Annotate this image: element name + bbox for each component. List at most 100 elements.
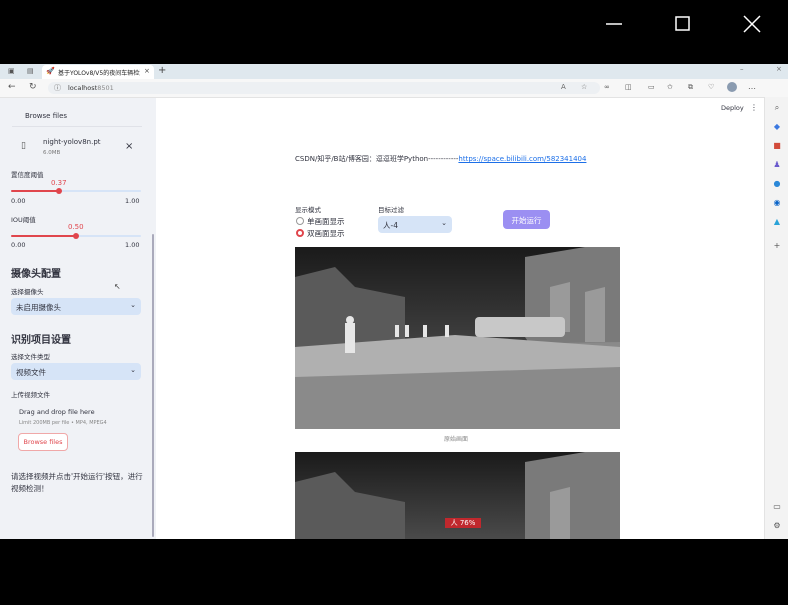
confidence-value: 0.37: [51, 179, 67, 187]
mode-radio-single[interactable]: 单画面显示: [296, 216, 366, 226]
url-port: :8501: [95, 84, 114, 92]
main-menu-icon[interactable]: ⋮: [750, 103, 758, 112]
chevron-down-icon: ⌄: [130, 301, 136, 309]
close-tab-icon[interactable]: ×: [144, 67, 150, 75]
camera-select-value: 未启用摄像头: [16, 303, 61, 312]
browser-window: ▣ ▤ 🚀 基于YOLOv8/V5的夜间车辆检测 × + – × ← ↻ ⓘ l…: [0, 64, 788, 539]
read-aloud-icon[interactable]: A: [561, 83, 566, 91]
tab-actions-icon[interactable]: ▤: [27, 67, 34, 75]
target-select[interactable]: 人-4 ⌄: [378, 216, 452, 233]
browser-essentials-icon[interactable]: ♡: [708, 83, 714, 91]
minimize-browser-icon[interactable]: –: [740, 65, 744, 73]
refresh-icon[interactable]: ↻: [29, 82, 37, 92]
minimize-icon[interactable]: [604, 14, 624, 34]
file-type-select-value: 视频文件: [16, 368, 46, 377]
split-window-icon[interactable]: ▭: [648, 83, 655, 91]
upload-dropzone[interactable]: Drag and drop file here Limit 200MB per …: [11, 400, 141, 460]
model-file-name: night-yolov8n.pt: [43, 138, 101, 146]
camera-section-title: 摄像头配置: [11, 269, 61, 280]
collections-icon[interactable]: ⧉: [688, 83, 693, 92]
mode-double-label: 双画面显示: [307, 229, 345, 238]
target-label: 目标过滤: [378, 206, 404, 214]
iou-label: IOU阈值: [11, 216, 36, 224]
tab-bar: ▣ ▤ 🚀 基于YOLOv8/V5的夜间车辆检测 × + – ×: [0, 64, 788, 79]
mode-label: 显示模式: [295, 206, 321, 214]
edge-sidebar: ⌕ ◆ ■ ♟ ● ◉ ▲ + ▭ ⚙: [764, 97, 788, 539]
confidence-label: 置信度阈值: [11, 171, 44, 179]
info-icon[interactable]: ⓘ: [54, 83, 61, 93]
drop-icon[interactable]: ▲: [772, 217, 782, 227]
app-page: Browse files ▯ night-yolov8n.pt 6.0MB × …: [0, 98, 764, 539]
games-icon[interactable]: ♟: [772, 160, 782, 170]
url-host: localhost: [68, 84, 98, 92]
run-button[interactable]: 开始运行: [503, 210, 550, 229]
browse-files-label: Browse files: [23, 438, 63, 446]
deploy-button[interactable]: Deploy: [721, 104, 744, 112]
detection-video-frame: 人 76%: [295, 452, 620, 539]
csdn-text: CSDN/知乎/B站/博客园：逗逗班学Python------------: [295, 155, 459, 163]
more-options-icon[interactable]: …: [748, 82, 756, 91]
mode-radio-double[interactable]: 双画面显示: [296, 228, 366, 238]
search-icon[interactable]: ⌕: [772, 103, 782, 113]
confidence-max: 1.00: [125, 197, 140, 205]
browser-tab[interactable]: 🚀 基于YOLOv8/V5的夜间车辆检测 ×: [42, 65, 154, 79]
iou-min: 0.00: [11, 241, 26, 249]
camera-label: 选择摄像头: [11, 288, 44, 296]
back-icon[interactable]: ←: [8, 82, 16, 92]
sidebar: Browse files ▯ night-yolov8n.pt 6.0MB × …: [0, 98, 156, 539]
file-type-select[interactable]: 视频文件 ⌄: [11, 363, 141, 380]
profile-avatar[interactable]: [727, 82, 737, 92]
radio-checked-icon: [296, 229, 304, 237]
sidebar-hint: 请选择视频并点击'开始运行'按钮，进行视频检测！: [11, 472, 143, 493]
csdn-line: CSDN/知乎/B站/博客园：逗逗班学Python------------htt…: [295, 154, 586, 164]
mode-single-label: 单画面显示: [307, 217, 345, 226]
url-field[interactable]: ⓘ localhost :8501 A ☆: [48, 82, 600, 94]
iou-max: 1.00: [125, 241, 140, 249]
settings-icon[interactable]: ⚙: [772, 521, 782, 531]
screen-icon[interactable]: ▭: [772, 502, 782, 512]
file-icon: ▯: [21, 141, 26, 151]
original-video-frame: [295, 247, 620, 429]
rocket-icon: 🚀: [46, 67, 55, 75]
radio-unchecked-icon: [296, 217, 304, 225]
limit-text: Limit 200MB per file • MP4, MPEG4: [19, 420, 107, 426]
detection-box: 人 76%: [445, 518, 481, 528]
extension-icon[interactable]: ∞: [604, 83, 610, 91]
m365-icon[interactable]: ●: [772, 179, 782, 189]
browse-files-top[interactable]: Browse files: [25, 112, 67, 120]
iou-fill: [11, 235, 76, 237]
model-file-size: 6.0MB: [43, 150, 61, 156]
remove-file-icon[interactable]: ×: [125, 141, 133, 152]
add-icon[interactable]: +: [772, 241, 782, 251]
tag-icon[interactable]: ◆: [772, 122, 782, 132]
favorites-icon[interactable]: ✩: [667, 83, 673, 91]
confidence-min: 0.00: [11, 197, 26, 205]
chevron-down-icon: ⌄: [130, 366, 136, 374]
upload-label: 上传视频文件: [11, 391, 50, 399]
sidebar-scrollbar[interactable]: [152, 234, 154, 537]
split-screen-icon[interactable]: ◫: [625, 83, 632, 91]
iou-value: 0.50: [68, 223, 84, 231]
recog-section-title: 识别项目设置: [11, 335, 71, 346]
address-bar: ← ↻ ⓘ localhost :8501 A ☆ ∞ ◫ ▭ ✩ ⧉ ♡ …: [0, 79, 788, 98]
new-tab-icon[interactable]: +: [158, 65, 166, 76]
cursor-icon: ↖: [114, 282, 121, 291]
bilibili-link[interactable]: https://space.bilibili.com/582341404: [458, 155, 586, 163]
file-type-label: 选择文件类型: [11, 353, 50, 361]
close-window-icon[interactable]: [742, 14, 762, 34]
workspaces-icon[interactable]: ▣: [8, 67, 15, 75]
iou-thumb[interactable]: [73, 233, 79, 239]
favorite-icon[interactable]: ☆: [581, 83, 587, 91]
tab-close-all-icon[interactable]: ×: [776, 65, 782, 73]
camera-select[interactable]: 未启用摄像头 ⌄: [11, 298, 141, 315]
confidence-thumb[interactable]: [56, 188, 62, 194]
drag-text: Drag and drop file here: [19, 408, 95, 416]
detection-label: 人 76%: [450, 519, 476, 527]
target-select-value: 人-4: [383, 221, 398, 230]
maximize-icon[interactable]: [673, 14, 693, 34]
tab-title: 基于YOLOv8/V5的夜间车辆检测: [58, 70, 140, 77]
outlook-icon[interactable]: ◉: [772, 198, 782, 208]
briefcase-icon[interactable]: ■: [772, 141, 782, 151]
browse-files-button[interactable]: Browse files: [18, 433, 68, 451]
run-button-label: 开始运行: [511, 216, 542, 225]
